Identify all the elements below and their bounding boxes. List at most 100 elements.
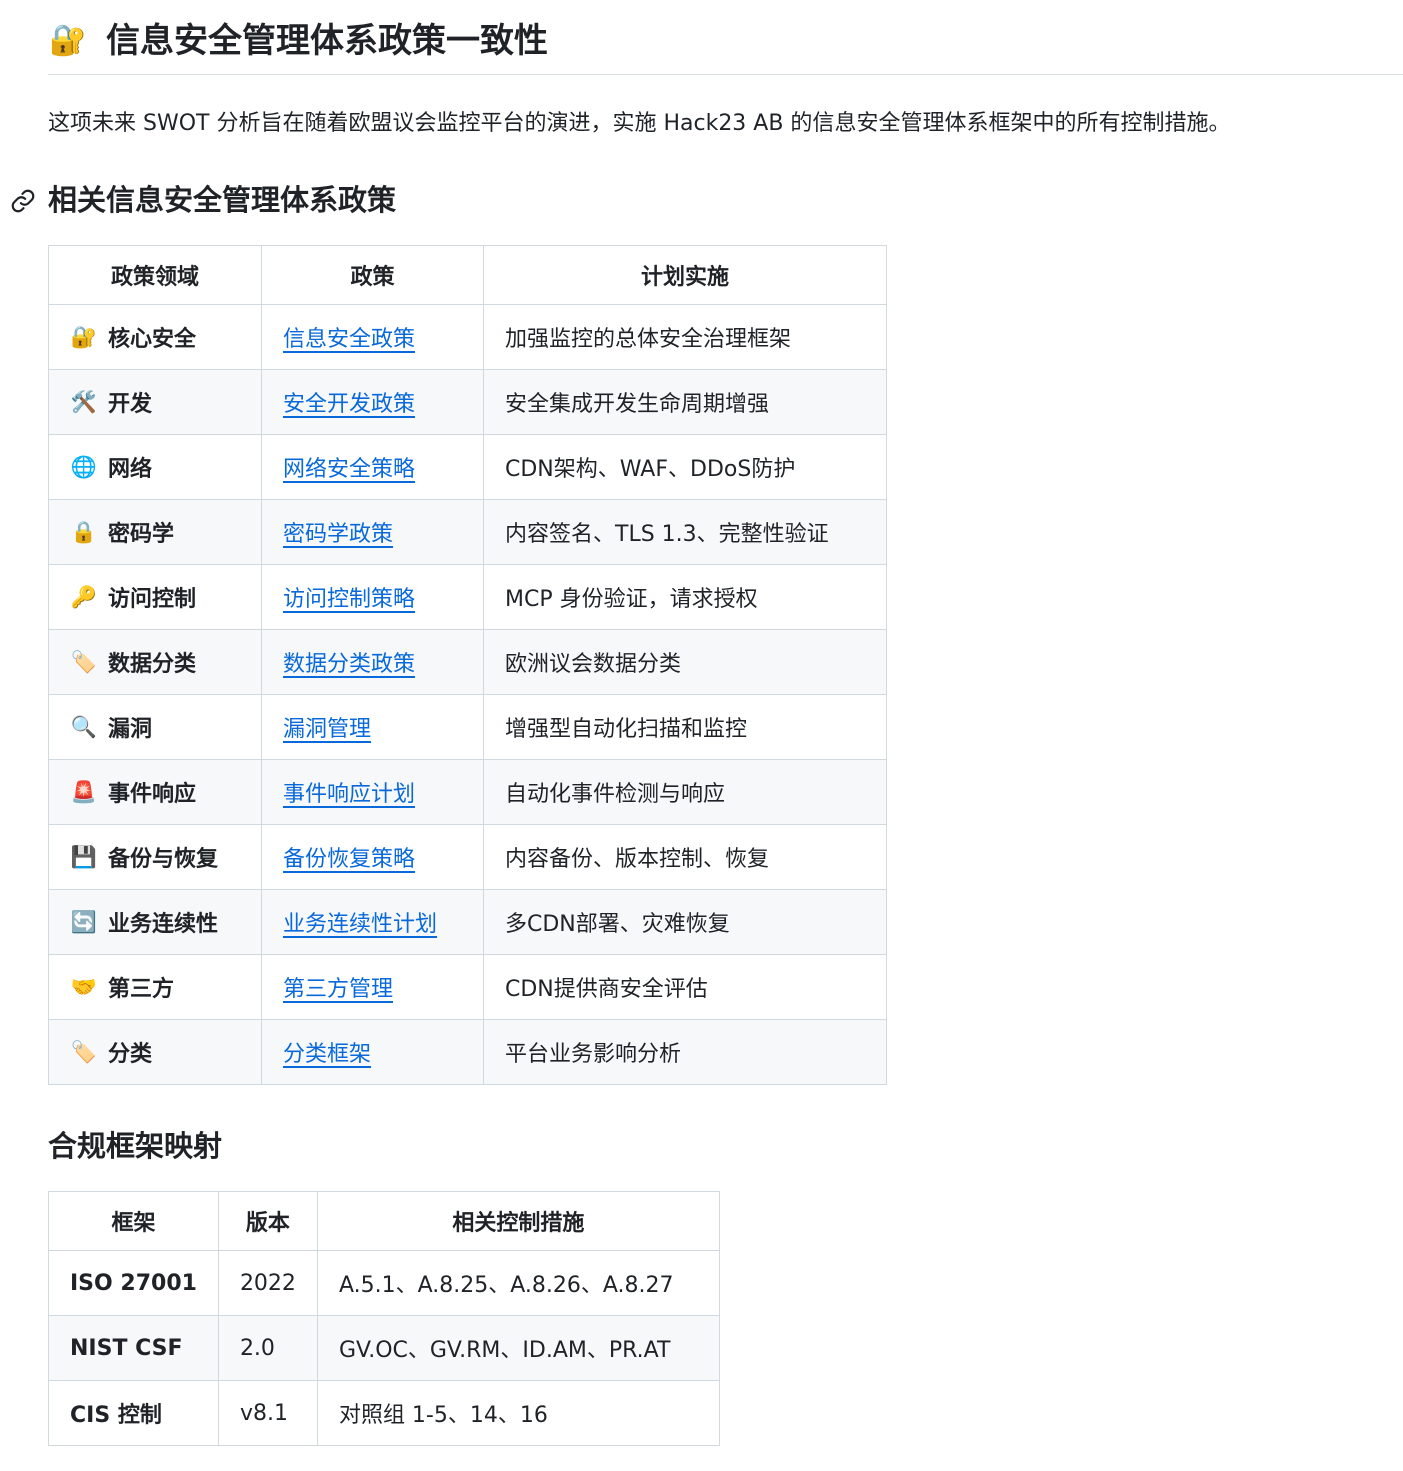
implementation-text: 多CDN部署、灾难恢复	[505, 912, 730, 937]
policy-area-cell: 🤝 第三方	[48, 954, 262, 1020]
implementation-cell: MCP 身份验证，请求授权	[483, 564, 887, 630]
lock-with-key-icon: 🔐	[49, 23, 87, 58]
hammer-and-wrench-icon: 🛠️	[70, 389, 98, 414]
framework-controls: GV.OC、GV.RM、ID.AM、PR.AT	[316, 1315, 720, 1381]
policy-area-label: 访问控制	[108, 587, 197, 612]
implementation-cell: 平台业务影响分析	[483, 1019, 887, 1085]
table-row: 🤝 第三方 第三方管理 CDN提供商安全评估	[48, 954, 887, 1020]
table-row: 🚨 事件响应 事件响应计划 自动化事件检测与响应	[48, 759, 887, 825]
policy-link[interactable]: 密码学政策	[283, 522, 393, 547]
policy-area-cell: 💾 备份与恢复	[48, 824, 262, 890]
policy-link[interactable]: 安全开发政策	[283, 392, 415, 417]
policy-area-cell: 🏷️ 分类	[48, 1019, 262, 1085]
policy-area-cell: 🔄 业务连续性	[48, 889, 262, 955]
document-page: 🔐 信息安全管理体系政策一致性 这项未来 SWOT 分析旨在随着欧盟议会监控平台…	[0, 0, 1403, 1471]
table-row: 🔄 业务连续性 业务连续性计划 多CDN部署、灾难恢复	[48, 889, 887, 955]
implementation-text: CDN架构、WAF、DDoS防护	[505, 457, 796, 482]
implementation-cell: 增强型自动化扫描和监控	[483, 694, 887, 760]
policy-area-label: 数据分类	[108, 652, 197, 677]
link-anchor-icon[interactable]	[10, 188, 36, 214]
column-header-policy: 政策	[261, 245, 484, 305]
policy-area-label: 密码学	[108, 522, 175, 547]
policy-table: 政策领域 政策 计划实施 🔐 核心安全 信息安全政策 加强监控的总体安全治理框架 …	[48, 245, 887, 1085]
policy-area-label: 漏洞	[108, 717, 153, 742]
policy-cell: 事件响应计划	[261, 759, 484, 825]
policy-link[interactable]: 备份恢复策略	[283, 847, 415, 872]
table-row: 🌐 网络 网络安全策略 CDN架构、WAF、DDoS防护	[48, 434, 887, 500]
policy-link[interactable]: 业务连续性计划	[283, 912, 437, 937]
table-header-row: 框架 版本 相关控制措施	[48, 1191, 720, 1251]
implementation-text: 安全集成开发生命周期增强	[505, 392, 770, 417]
policy-link[interactable]: 网络安全策略	[283, 457, 415, 482]
policy-link[interactable]: 漏洞管理	[283, 717, 371, 742]
implementation-cell: 自动化事件检测与响应	[483, 759, 887, 825]
frameworks-heading: 合规框架映射	[48, 1129, 223, 1163]
implementation-text: CDN提供商安全评估	[505, 977, 708, 1002]
table-row: 🔍 漏洞 漏洞管理 增强型自动化扫描和监控	[48, 694, 887, 760]
page-title-text: 信息安全管理体系政策一致性	[106, 21, 548, 61]
implementation-cell: 多CDN部署、灾难恢复	[483, 889, 887, 955]
policy-cell: 第三方管理	[261, 954, 484, 1020]
handshake-icon: 🤝	[70, 974, 98, 999]
policy-cell: 数据分类政策	[261, 629, 484, 695]
policy-area-cell: 🔍 漏洞	[48, 694, 262, 760]
policy-link[interactable]: 访问控制策略	[283, 587, 415, 612]
table-row: 🛠️ 开发 安全开发政策 安全集成开发生命周期增强	[48, 369, 887, 435]
globe-icon: 🌐	[70, 454, 98, 479]
policy-cell: 漏洞管理	[261, 694, 484, 760]
implementation-cell: 安全集成开发生命周期增强	[483, 369, 887, 435]
table-row: 🔒 密码学 密码学政策 内容签名、TLS 1.3、完整性验证	[48, 499, 887, 565]
implementation-cell: 欧洲议会数据分类	[483, 629, 887, 695]
policy-area-label: 开发	[108, 392, 153, 417]
implementation-text: 内容备份、版本控制、恢复	[505, 847, 770, 872]
cycle-arrows-icon: 🔄	[70, 909, 98, 934]
implementation-text: MCP 身份验证，请求授权	[505, 587, 758, 612]
policy-cell: 安全开发政策	[261, 369, 484, 435]
table-row: 🔐 核心安全 信息安全政策 加强监控的总体安全治理框架	[48, 304, 887, 370]
policy-area-label: 事件响应	[108, 782, 197, 807]
table-header-row: 政策领域 政策 计划实施	[48, 245, 887, 305]
policy-link[interactable]: 事件响应计划	[283, 782, 415, 807]
policy-link[interactable]: 分类框架	[283, 1042, 371, 1067]
policy-cell: 信息安全政策	[261, 304, 484, 370]
implementation-text: 增强型自动化扫描和监控	[505, 717, 748, 742]
table-row: ISO 27001 2022 A.5.1、A.8.25、A.8.26、A.8.2…	[48, 1250, 720, 1316]
policy-cell: 密码学政策	[261, 499, 484, 565]
framework-name: NIST CSF	[48, 1315, 219, 1381]
lock-with-key-icon: 🔐	[70, 324, 98, 349]
implementation-text: 平台业务影响分析	[505, 1042, 682, 1067]
policy-link[interactable]: 信息安全政策	[283, 327, 415, 352]
policy-link[interactable]: 数据分类政策	[283, 652, 415, 677]
policy-area-label: 业务连续性	[108, 912, 219, 937]
policy-area-label: 分类	[108, 1042, 153, 1067]
policy-area-label: 备份与恢复	[108, 847, 219, 872]
implementation-cell: 内容备份、版本控制、恢复	[483, 824, 887, 890]
policy-cell: 网络安全策略	[261, 434, 484, 500]
framework-controls: 对照组 1-5、14、16	[316, 1380, 720, 1446]
framework-table: 框架 版本 相关控制措施 ISO 27001 2022 A.5.1、A.8.25…	[48, 1191, 720, 1446]
policy-area-cell: 🔐 核心安全	[48, 304, 262, 370]
policy-link[interactable]: 第三方管理	[283, 977, 393, 1002]
policy-area-label: 核心安全	[108, 327, 197, 352]
column-header-implementation: 计划实施	[483, 245, 887, 305]
siren-icon: 🚨	[70, 779, 98, 804]
policy-cell: 业务连续性计划	[261, 889, 484, 955]
table-row: 💾 备份与恢复 备份恢复策略 内容备份、版本控制、恢复	[48, 824, 887, 890]
implementation-cell: 加强监控的总体安全治理框架	[483, 304, 887, 370]
floppy-disk-icon: 💾	[70, 844, 98, 869]
title-divider	[48, 74, 1403, 75]
implementation-text: 欧洲议会数据分类	[505, 652, 682, 677]
column-header-area: 政策领域	[48, 245, 262, 305]
framework-version: 2022	[217, 1250, 318, 1316]
label-tag-icon: 🏷️	[70, 649, 98, 674]
implementation-text: 加强监控的总体安全治理框架	[505, 327, 792, 352]
table-row: 🔑 访问控制 访问控制策略 MCP 身份验证，请求授权	[48, 564, 887, 630]
policy-area-label: 网络	[108, 457, 153, 482]
table-row: 🏷️ 数据分类 数据分类政策 欧洲议会数据分类	[48, 629, 887, 695]
implementation-cell: 内容签名、TLS 1.3、完整性验证	[483, 499, 887, 565]
implementation-cell: CDN提供商安全评估	[483, 954, 887, 1020]
table-row: CIS 控制 v8.1 对照组 1-5、14、16	[48, 1380, 720, 1446]
policy-area-cell: 🌐 网络	[48, 434, 262, 500]
policy-area-cell: 🚨 事件响应	[48, 759, 262, 825]
page-title: 🔐 信息安全管理体系政策一致性	[48, 12, 548, 70]
